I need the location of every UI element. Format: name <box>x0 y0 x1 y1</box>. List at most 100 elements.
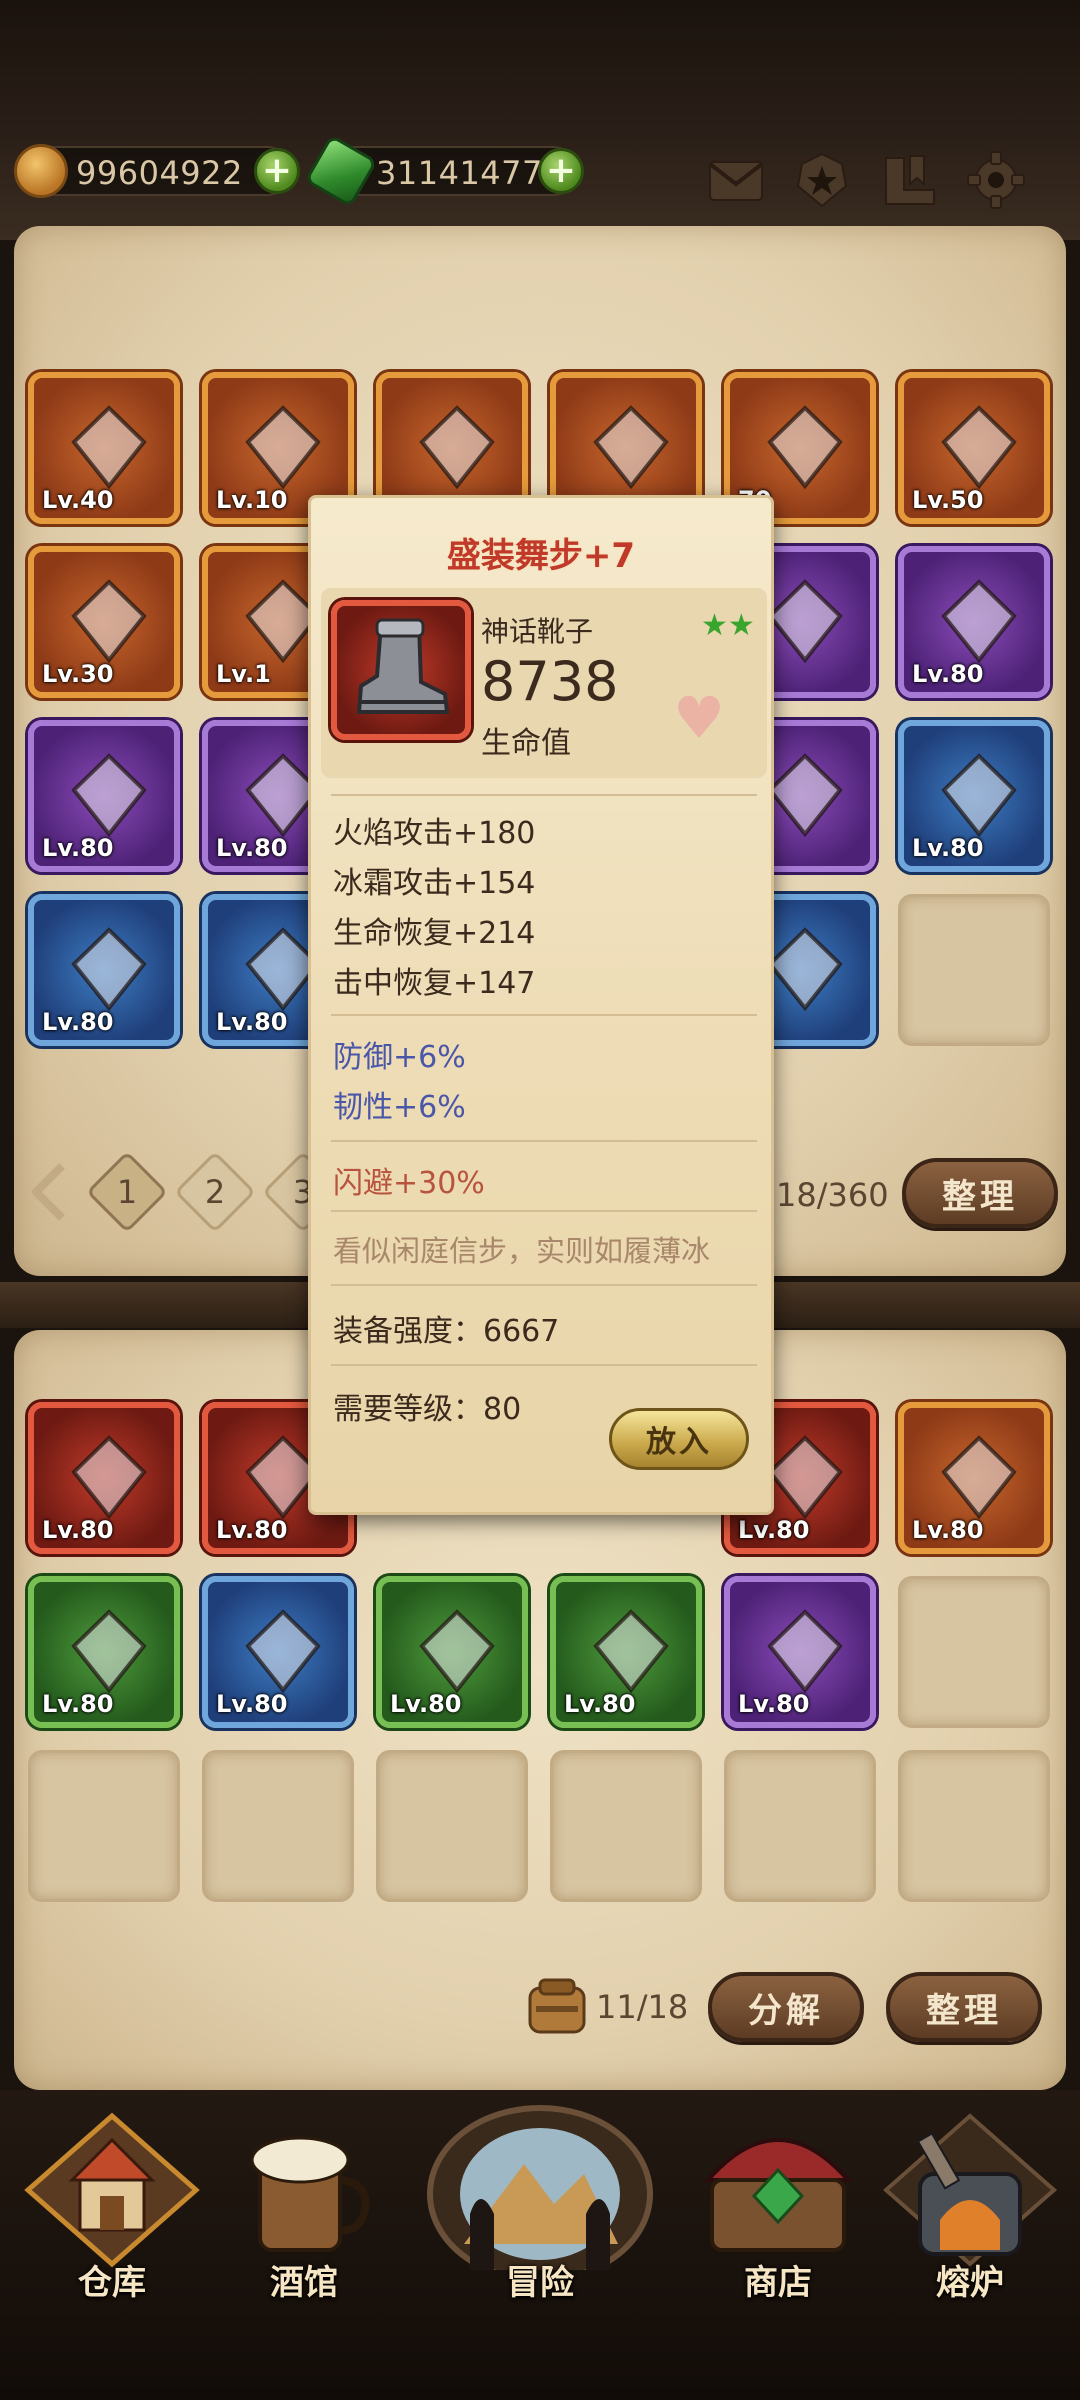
equipped-item-slot[interactable]: Lv.80 <box>202 1576 354 1728</box>
horn-ring-icon <box>760 402 850 492</box>
item-level: Lv.80 <box>42 1008 114 1036</box>
item-level: Lv.80 <box>738 1516 810 1544</box>
sword-icon <box>934 750 1024 840</box>
decompose-button[interactable]: 分解 <box>708 1972 864 2042</box>
warehouse-item-slot[interactable]: Lv.30 <box>28 546 180 698</box>
item-level: Lv.80 <box>216 1516 288 1544</box>
separator <box>331 1364 757 1366</box>
required-level: 需要等级：80 <box>333 1392 522 1427</box>
equipped-item-slot[interactable]: Lv.80 <box>376 1576 528 1728</box>
item-level: Lv.80 <box>216 1008 288 1036</box>
item-level: Lv.80 <box>42 834 114 862</box>
spear-icon <box>64 924 154 1014</box>
item-level: Lv.80 <box>216 834 288 862</box>
skull-ring-icon <box>934 402 1024 492</box>
heart-icon: ♥ <box>673 684 725 752</box>
item-tooltip: 盛装舞步+7 神话靴子 ★★ 8738 生命值 ♥ 火焰攻击+180 冰霜攻击+… <box>308 495 774 1515</box>
add-gem-button[interactable]: + <box>538 148 584 194</box>
nav-tavern[interactable]: 酒馆 <box>214 2110 394 2310</box>
warehouse-item-slot[interactable]: Lv.50 <box>898 372 1050 524</box>
item-level: Lv.80 <box>390 1690 462 1718</box>
green-helm-icon <box>64 750 154 840</box>
greatsword-icon <box>412 1606 502 1696</box>
nav-shop-label: 商店 <box>744 2263 812 2303</box>
feather-hat-icon <box>934 576 1024 666</box>
item-level: Lv.80 <box>42 1516 114 1544</box>
warehouse-item-slot[interactable]: Lv.80 <box>28 894 180 1046</box>
empty-slot[interactable] <box>202 1750 354 1902</box>
nav-warehouse[interactable]: 仓库 <box>22 2110 202 2310</box>
shop-icon <box>703 2138 853 2252</box>
empty-slot[interactable] <box>28 1750 180 1902</box>
nav-shop[interactable]: 商店 <box>688 2110 868 2310</box>
empty-slot[interactable] <box>898 894 1050 1046</box>
empty-slot[interactable] <box>550 1750 702 1902</box>
equipment-sort-button[interactable]: 整理 <box>886 1972 1042 2042</box>
nav-adventure[interactable]: 冒险 <box>414 2094 666 2310</box>
nav-forge[interactable]: 熔炉 <box>880 2110 1060 2310</box>
blade-icon <box>64 402 154 492</box>
warehouse-capacity: 18/360 <box>776 1176 889 1214</box>
item-level: Lv.30 <box>42 660 114 688</box>
nav-adventure-label: 冒险 <box>506 2263 574 2303</box>
purple-ring-icon <box>64 1432 154 1522</box>
warehouse-icon <box>24 2112 200 2268</box>
empty-slot[interactable] <box>898 1750 1050 1902</box>
knight-helm-icon <box>760 1606 850 1696</box>
gold-armor-icon <box>934 1432 1024 1522</box>
stat-fire-attack: 火焰攻击+180 <box>333 816 536 851</box>
warehouse-item-slot[interactable]: Lv.80 <box>28 720 180 872</box>
item-stars: ★★ <box>701 608 755 643</box>
equipment-capacity: 11/18 <box>596 1988 689 2026</box>
backpack-icon <box>526 1978 588 2036</box>
separator <box>331 1014 757 1016</box>
item-level: Lv.80 <box>564 1690 636 1718</box>
place-in-button[interactable]: 放入 <box>609 1408 749 1470</box>
item-level: Lv.40 <box>42 486 114 514</box>
item-level: Lv.1 <box>216 660 271 688</box>
settings-icon[interactable] <box>966 150 1026 210</box>
separator <box>331 1140 757 1142</box>
gem-amount: 31141477 <box>376 154 543 192</box>
equipped-item-slot[interactable]: Lv.80 <box>28 1576 180 1728</box>
adventure-icon <box>427 2105 653 2283</box>
item-name: 神话靴子 <box>481 615 594 648</box>
favorites-icon[interactable] <box>792 150 852 210</box>
add-gold-button[interactable]: + <box>254 148 300 194</box>
empty-slot[interactable] <box>376 1750 528 1902</box>
equipped-item-slot[interactable]: Lv.80 <box>724 1576 876 1728</box>
stat-dodge: 闪避+30% <box>333 1166 485 1201</box>
empty-slot[interactable] <box>724 1750 876 1902</box>
empty-slot[interactable] <box>898 1576 1050 1728</box>
set-title: 盛装舞步+7 <box>446 536 636 576</box>
trident-icon <box>64 1606 154 1696</box>
codex-icon[interactable] <box>880 150 940 210</box>
equipped-item-slot[interactable]: Lv.80 <box>28 1402 180 1554</box>
stat-defense: 防御+6% <box>333 1040 466 1075</box>
warehouse-sort-button[interactable]: 整理 <box>902 1158 1058 1228</box>
stat-frost-attack: 冰霜攻击+154 <box>333 866 536 901</box>
mail-icon[interactable] <box>706 150 766 210</box>
stat-hp-regen: 生命恢复+214 <box>333 916 536 951</box>
warehouse-item-slot[interactable]: Lv.80 <box>898 546 1050 698</box>
helmet-icon <box>64 576 154 666</box>
tavern-icon <box>250 2136 370 2252</box>
orb-staff-icon <box>586 402 676 492</box>
equipment-strength: 装备强度：6667 <box>333 1314 560 1349</box>
gold-counter: 99604922 <box>14 144 292 198</box>
main-stat-label: 生命值 <box>481 726 571 761</box>
separator <box>331 794 757 796</box>
green-amulet-icon <box>238 1606 328 1696</box>
warehouse-item-slot[interactable]: Lv.80 <box>898 720 1050 872</box>
prev-page-arrow[interactable] <box>28 1162 68 1222</box>
main-stat-value: 8738 <box>481 650 619 713</box>
leather-armor-icon <box>586 1606 676 1696</box>
equipped-item-slot[interactable]: Lv.80 <box>550 1576 702 1728</box>
item-portrait <box>331 600 471 740</box>
item-level: Lv.80 <box>912 834 984 862</box>
warehouse-item-slot[interactable]: Lv.40 <box>28 372 180 524</box>
scythe-icon <box>238 402 328 492</box>
item-level: Lv.80 <box>738 1690 810 1718</box>
item-level: Lv.80 <box>912 660 984 688</box>
equipped-item-slot[interactable]: Lv.80 <box>898 1402 1050 1554</box>
